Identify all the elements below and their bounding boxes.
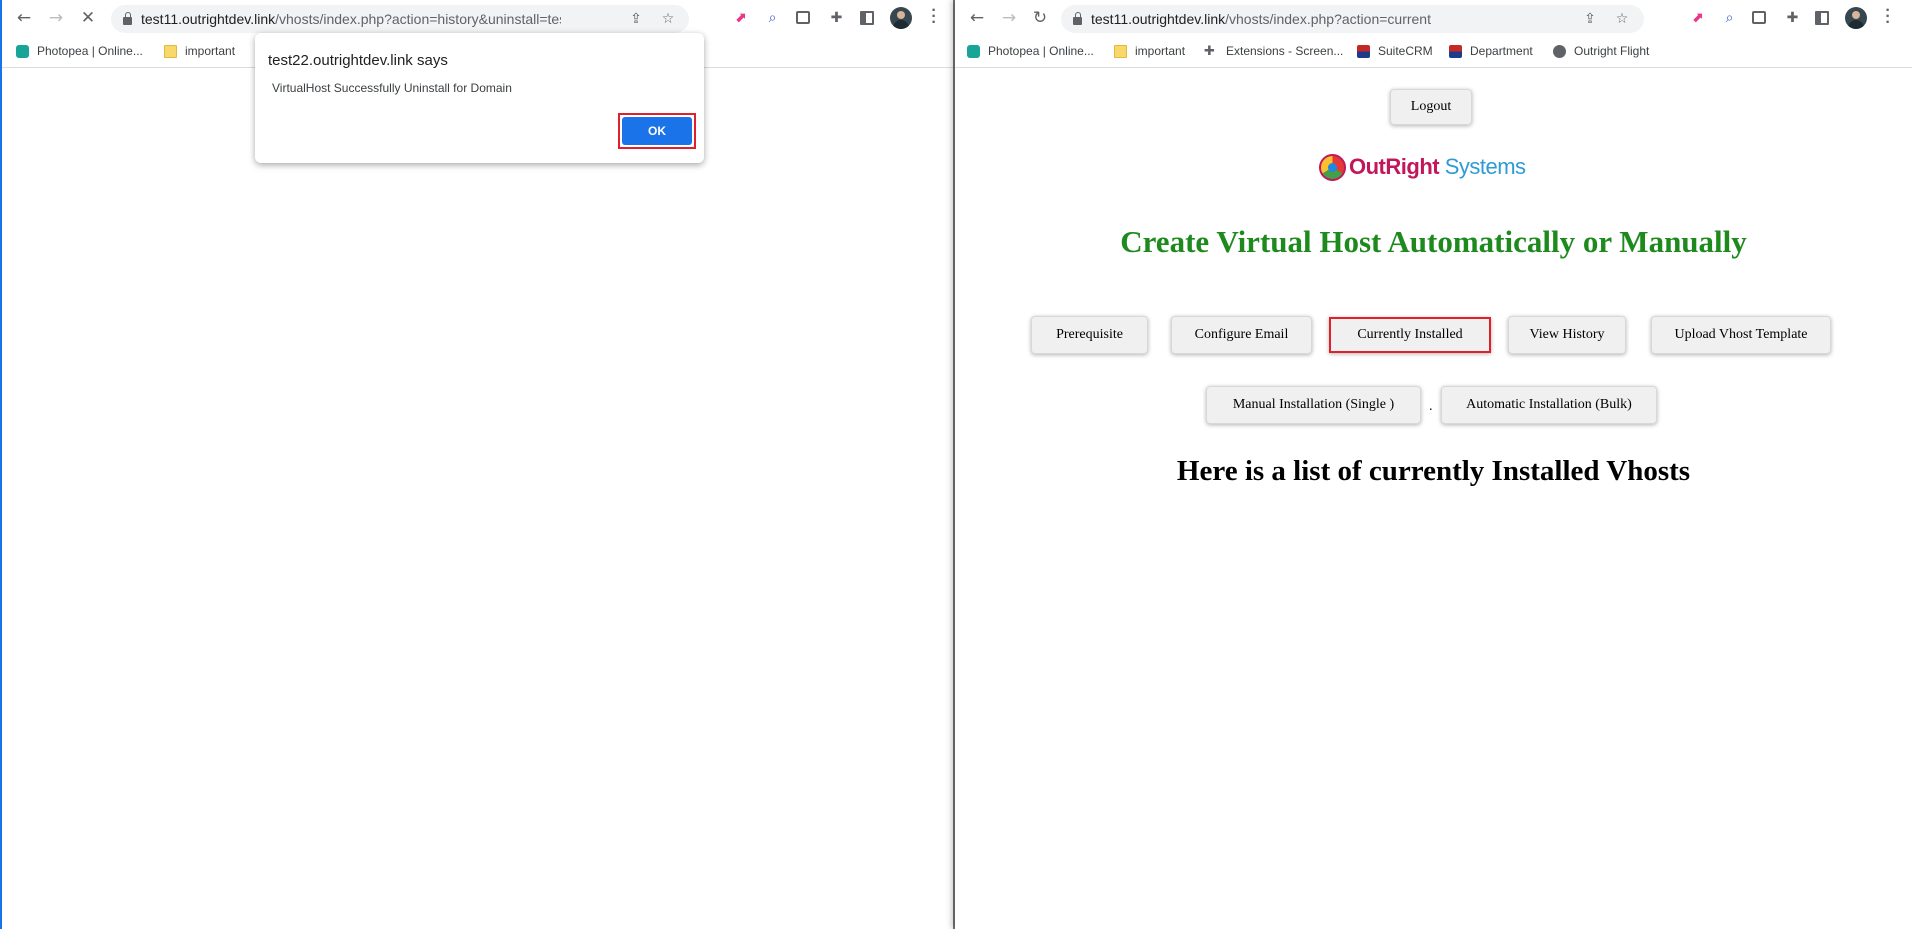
upload-vhost-template-button[interactable]: Upload Vhost Template bbox=[1651, 316, 1831, 354]
puzzle-icon: ✚ bbox=[1204, 43, 1215, 59]
url-path: /vhosts/index.php?action=history&uninsta… bbox=[275, 11, 561, 27]
right-toolbar: ← → ↻ test11.outrightdev.link/vhosts/ind… bbox=[955, 0, 1912, 36]
extension-search-icon[interactable]: ⌕ bbox=[764, 9, 781, 26]
dialog-title: test22.outrightdev.link says bbox=[268, 52, 448, 69]
address-bar[interactable]: test11.outrightdev.link/vhosts/index.php… bbox=[111, 5, 689, 33]
share-icon[interactable]: ⇪ bbox=[628, 11, 644, 27]
menu-kebab-icon[interactable]: · · · bbox=[1885, 3, 1891, 31]
stop-loading-icon[interactable]: ✕ bbox=[76, 6, 100, 30]
extension-arrow-icon[interactable]: ⬈ bbox=[732, 9, 749, 26]
ok-button-highlight: OK bbox=[618, 113, 696, 149]
separator-dot: . bbox=[1429, 399, 1433, 414]
alert-dialog: test22.outrightdev.link says VirtualHost… bbox=[255, 33, 704, 163]
profile-avatar[interactable] bbox=[1845, 7, 1867, 29]
extensions-puzzle-icon[interactable]: ✚ bbox=[828, 9, 845, 26]
suitecrm-icon bbox=[1357, 44, 1370, 58]
address-url[interactable]: test11.outrightdev.link/vhosts/index.php… bbox=[141, 11, 561, 27]
dialog-message: VirtualHost Successfully Uninstall for D… bbox=[272, 81, 512, 95]
bookmark-extensions-screen[interactable]: ✚ Extensions - Screen... bbox=[1204, 41, 1343, 61]
extension-search-icon[interactable]: ⌕ bbox=[1721, 9, 1738, 26]
logo-text-systems: Systems bbox=[1439, 154, 1526, 179]
manual-installation-button[interactable]: Manual Installation (Single ) bbox=[1206, 386, 1421, 424]
bookmark-label: important bbox=[1135, 44, 1186, 58]
forward-arrow-icon[interactable]: → bbox=[997, 6, 1021, 30]
configure-email-button[interactable]: Configure Email bbox=[1171, 316, 1312, 354]
bookmark-label: Department bbox=[1470, 44, 1533, 58]
bookmark-star-icon[interactable]: ☆ bbox=[660, 11, 676, 27]
menu-kebab-icon[interactable]: · · · bbox=[931, 3, 937, 31]
right-bookmarks-bar: Photopea | Online... important ✚ Extensio… bbox=[955, 36, 1912, 68]
bookmark-label: Outright Flight bbox=[1574, 44, 1650, 58]
reload-icon[interactable]: ↻ bbox=[1028, 6, 1052, 30]
logo-text: OutRight Systems bbox=[1349, 154, 1526, 180]
extensions-puzzle-icon[interactable]: ✚ bbox=[1784, 9, 1801, 26]
bookmark-important[interactable]: important bbox=[164, 41, 235, 61]
profile-avatar[interactable] bbox=[890, 7, 912, 29]
logo-text-out: OutRight bbox=[1349, 154, 1440, 179]
currently-installed-button[interactable]: Currently Installed bbox=[1329, 317, 1491, 353]
bookmark-label: Photopea | Online... bbox=[37, 44, 143, 58]
bookmark-outright-flight[interactable]: Outright Flight bbox=[1553, 41, 1649, 61]
left-browser-window: ← → ✕ test11.outrightdev.link/vhosts/ind… bbox=[0, 0, 953, 929]
bookmark-label: important bbox=[185, 44, 236, 58]
bookmark-label: Photopea | Online... bbox=[988, 44, 1094, 58]
bookmark-label: SuiteCRM bbox=[1378, 44, 1433, 58]
back-arrow-icon[interactable]: ← bbox=[965, 6, 989, 30]
forward-arrow-icon[interactable]: → bbox=[44, 6, 68, 30]
department-icon bbox=[1449, 44, 1462, 58]
side-panel-icon[interactable] bbox=[1815, 11, 1829, 25]
photopea-icon bbox=[16, 44, 29, 58]
extension-screenshot-icon[interactable] bbox=[1752, 11, 1766, 24]
url-path: /vhosts/index.php?action=current bbox=[1225, 11, 1431, 27]
prerequisite-button[interactable]: Prerequisite bbox=[1031, 316, 1148, 354]
side-panel-icon[interactable] bbox=[860, 11, 874, 25]
folder-icon bbox=[164, 44, 177, 58]
outright-logo-icon bbox=[1319, 153, 1346, 181]
bookmark-department[interactable]: Department bbox=[1449, 41, 1533, 61]
share-icon[interactable]: ⇪ bbox=[1582, 11, 1598, 27]
page-headline: Create Virtual Host Automatically or Man… bbox=[1120, 224, 1747, 259]
view-history-button[interactable]: View History bbox=[1508, 316, 1626, 354]
bookmark-star-icon[interactable]: ☆ bbox=[1614, 11, 1630, 27]
outright-logo: OutRight Systems bbox=[1319, 152, 1526, 182]
bookmark-suitecrm[interactable]: SuiteCRM bbox=[1357, 41, 1433, 61]
globe-icon bbox=[1553, 44, 1566, 58]
right-browser-window: ← → ↻ test11.outrightdev.link/vhosts/ind… bbox=[955, 0, 1912, 929]
address-bar[interactable]: test11.outrightdev.link/vhosts/index.php… bbox=[1061, 5, 1644, 33]
installed-vhosts-heading: Here is a list of currently Installed Vh… bbox=[1176, 455, 1691, 487]
extension-screenshot-icon[interactable] bbox=[796, 11, 810, 24]
desktop-screen: ← → ✕ test11.outrightdev.link/vhosts/ind… bbox=[0, 0, 1912, 929]
back-arrow-icon[interactable]: ← bbox=[12, 6, 36, 30]
url-host: test11.outrightdev.link bbox=[1091, 11, 1226, 27]
url-host: test11.outrightdev.link bbox=[141, 11, 276, 27]
lock-icon bbox=[1073, 11, 1082, 25]
extension-arrow-icon[interactable]: ⬈ bbox=[1689, 9, 1706, 26]
logout-button[interactable]: Logout bbox=[1390, 89, 1472, 125]
bookmark-photopea[interactable]: Photopea | Online... bbox=[967, 41, 1094, 61]
lock-icon bbox=[123, 11, 132, 25]
left-toolbar: ← → ✕ test11.outrightdev.link/vhosts/ind… bbox=[2, 0, 953, 36]
bookmark-photopea[interactable]: Photopea | Online... bbox=[16, 41, 143, 61]
automatic-installation-button[interactable]: Automatic Installation (Bulk) bbox=[1441, 386, 1657, 424]
photopea-icon bbox=[967, 44, 980, 58]
bookmark-label: Extensions - Screen... bbox=[1226, 44, 1344, 58]
address-url[interactable]: test11.outrightdev.link/vhosts/index.php… bbox=[1091, 11, 1431, 27]
ok-button[interactable]: OK bbox=[622, 117, 692, 145]
folder-icon bbox=[1114, 44, 1127, 58]
vhost-page: Logout OutRight Systems Create Virtual H… bbox=[955, 69, 1912, 929]
bookmark-important[interactable]: important bbox=[1114, 41, 1185, 61]
